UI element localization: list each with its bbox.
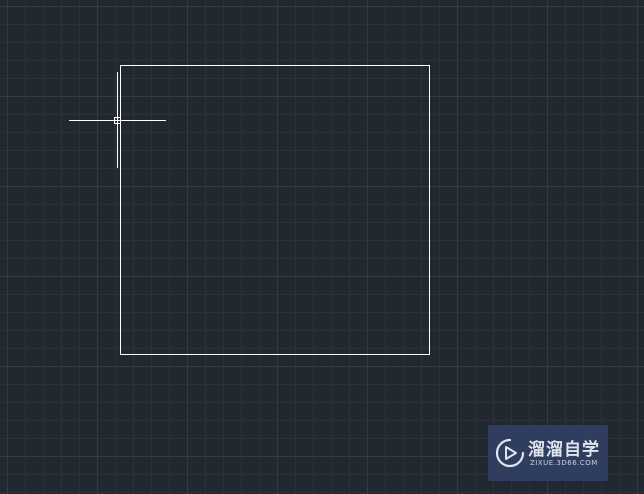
- cad-drawing-viewport[interactable]: 溜溜自学 ZIXUE.3D66.COM: [0, 0, 644, 494]
- watermark-badge: 溜溜自学 ZIXUE.3D66.COM: [488, 425, 608, 481]
- watermark-title: 溜溜自学: [528, 440, 600, 460]
- major-grid: [0, 0, 644, 494]
- drawn-rectangle[interactable]: [120, 65, 430, 355]
- watermark-url: ZIXUE.3D66.COM: [530, 459, 598, 467]
- cad-grid-canvas[interactable]: [0, 0, 644, 494]
- play-circle-icon: [495, 438, 525, 468]
